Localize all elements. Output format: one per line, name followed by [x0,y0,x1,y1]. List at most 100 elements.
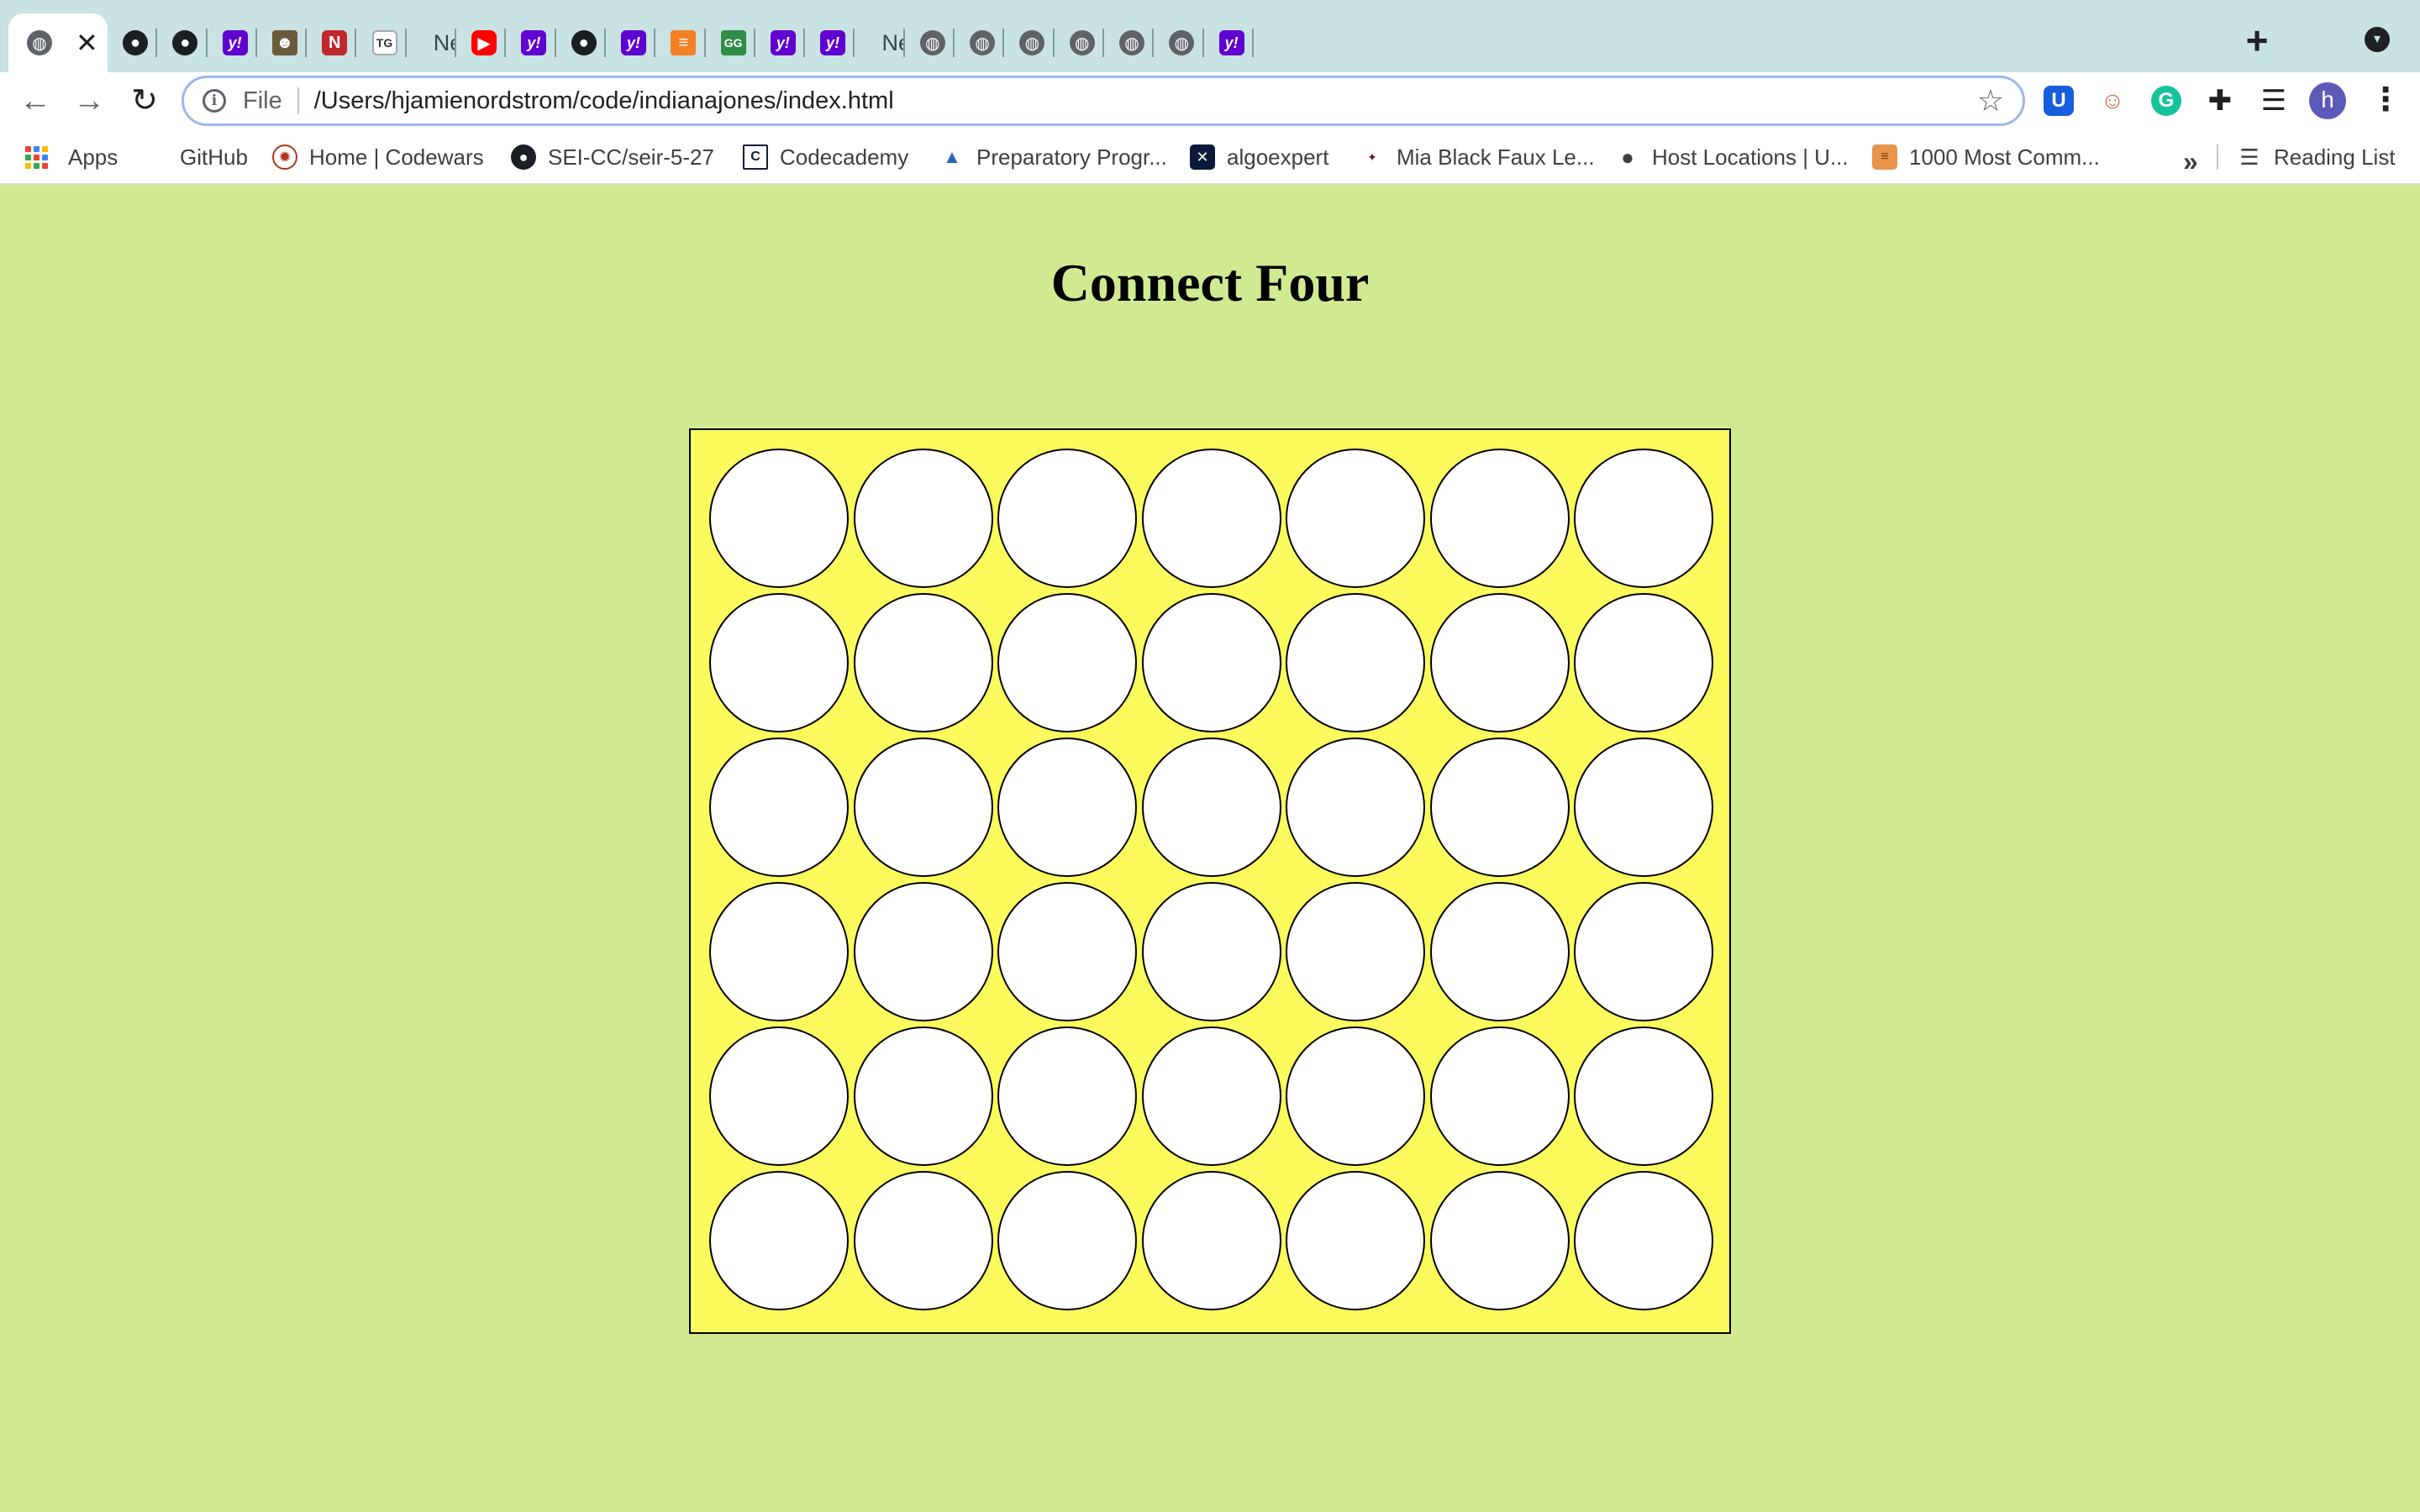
address-url-text[interactable]: /Users/hjamienordstrom/code/indianajones… [314,87,1977,115]
board-slot[interactable] [1141,449,1281,588]
board-slot[interactable] [997,449,1137,588]
tab[interactable]: ◍Dir [1104,13,1155,72]
tab[interactable]: ◍Ba [905,13,955,72]
board-slot[interactable] [709,1026,849,1166]
board-slot[interactable] [1286,593,1425,732]
board-slot[interactable] [1141,1026,1281,1166]
tab[interactable]: ▶(12) [456,13,507,72]
bookmark-preparatory[interactable]: ▲ Preparatory Progr... [939,143,1167,171]
board-slot[interactable] [1574,738,1713,877]
board-slot[interactable] [1574,882,1713,1021]
tab[interactable]: y!connect four [208,13,257,72]
board-slot[interactable] [1141,593,1281,732]
bookmarks-divider [2217,144,2218,170]
tab[interactable]: y!sci [1204,13,1254,72]
github-icon: ● [123,30,148,55]
bookmark-label: Home | Codewars [309,144,484,170]
tab[interactable]: NHow [307,13,357,72]
bookmarks-overflow-chevron-icon[interactable]: » [2183,146,2198,177]
tab[interactable]: y!id [755,13,806,72]
extensions-puzzle-icon[interactable]: ✚ [2205,85,2235,117]
yahoo-icon: y! [1218,30,1244,55]
tab[interactable]: ●sei [556,13,606,72]
bookmark-mia-black[interactable]: ✦ Mia Black Faux Le... [1360,143,1595,171]
board-slot[interactable] [1429,593,1570,732]
grammarly-extension-icon[interactable]: G [2151,86,2181,116]
bitwarden-extension-icon[interactable]: U [2044,86,2074,116]
board-slot[interactable] [1429,738,1570,877]
board-slot[interactable] [997,1171,1137,1310]
tab-search-chevron-icon[interactable]: ▾ [2365,27,2390,52]
tab[interactable]: ●SEI-CC [157,13,208,72]
board-slot[interactable] [1286,1026,1425,1166]
tab[interactable]: y!how [606,13,656,72]
tab[interactable]: New Tab [407,13,457,72]
codewars-icon: ✹ [272,144,297,170]
tab[interactable]: ◍Sto [1004,13,1055,72]
board-slot[interactable] [997,593,1137,732]
board-slot[interactable] [997,882,1137,1021]
board-slot[interactable] [1429,1171,1570,1310]
board-slot[interactable] [1574,449,1713,588]
glasses-extension-icon[interactable]: ☺ [2097,86,2128,116]
bookmark-codewars[interactable]: ✹ Home | Codewars [272,143,484,171]
tab[interactable]: ◍Ba [1055,13,1104,72]
tab[interactable]: ◍Slo [955,13,1005,72]
board-slot[interactable] [709,449,849,588]
site-info-icon[interactable]: i [203,89,226,113]
board-slot[interactable] [1574,1026,1713,1166]
board-slot[interactable] [853,593,993,732]
board-slot[interactable] [709,738,849,877]
bookmark-algoexpert[interactable]: ✕ algoexpert [1190,143,1328,171]
board-slot[interactable] [1286,1171,1425,1310]
board-slot[interactable] [1141,882,1281,1021]
media-control-icon[interactable]: ☰ [2259,85,2289,117]
bookmark-codecademy[interactable]: C Codecademy [743,143,908,171]
board-slot[interactable] [1286,738,1425,877]
board-slot[interactable] [1141,738,1281,877]
close-tab-icon[interactable]: ✕ [76,27,98,59]
new-tab-button[interactable]: + [2233,18,2281,66]
reading-list-button[interactable]: ☰ Reading List [2237,143,2396,171]
tab[interactable]: ≡html [655,13,706,72]
board-slot[interactable] [1574,1171,1713,1310]
board-slot[interactable] [1286,449,1425,588]
board-slot[interactable] [853,882,993,1021]
board-slot[interactable] [853,449,993,588]
board-slot[interactable] [1429,882,1570,1021]
board-slot[interactable] [709,1171,849,1310]
bookmark-sei-cc[interactable]: ● SEI-CC/seir-5-27 [511,143,714,171]
board-slot[interactable] [1141,1171,1281,1310]
tab[interactable]: TGHistory [357,13,407,72]
board-slot[interactable] [997,738,1137,877]
board-slot[interactable] [1286,882,1425,1021]
bookmark-github[interactable]: GitHub [180,143,248,171]
forward-arrow-icon[interactable]: → [66,77,113,124]
bookmark-star-icon[interactable]: ☆ [1977,83,2004,118]
board-slot[interactable] [709,593,849,732]
board-slot[interactable] [853,738,993,877]
tab[interactable]: GGHow [706,13,755,72]
reload-icon[interactable]: ↻ [121,77,168,124]
tab[interactable]: y!co [805,13,855,72]
tab[interactable]: ◍SP [1154,13,1204,72]
bookmark-apps[interactable]: Apps [25,143,118,171]
back-arrow-icon[interactable]: ← [12,77,59,124]
tab[interactable]: y!how [506,13,556,72]
board-slot[interactable] [709,882,849,1021]
tab[interactable]: New Tab [855,13,905,72]
profile-avatar[interactable]: h [2309,82,2346,119]
browser-menu-kebab-icon[interactable]: ⋮ [2370,81,2402,118]
board-slot[interactable] [853,1171,993,1310]
bookmark-host-locations[interactable]: ● Host Locations | U... [1615,143,1849,171]
board-slot[interactable] [853,1026,993,1166]
tab-active[interactable]: ◍ ✕ [8,13,108,72]
tab[interactable]: ☻Game [257,13,308,72]
board-slot[interactable] [997,1026,1137,1166]
board-slot[interactable] [1429,1026,1570,1166]
bookmark-1000-most[interactable]: ≡ 1000 Most Comm... [1872,143,2100,171]
address-bar[interactable]: i File /Users/hjamienordstrom/code/india… [182,76,2025,126]
board-slot[interactable] [1429,449,1570,588]
board-slot[interactable] [1574,593,1713,732]
tab[interactable]: ●indianajones [108,13,158,72]
